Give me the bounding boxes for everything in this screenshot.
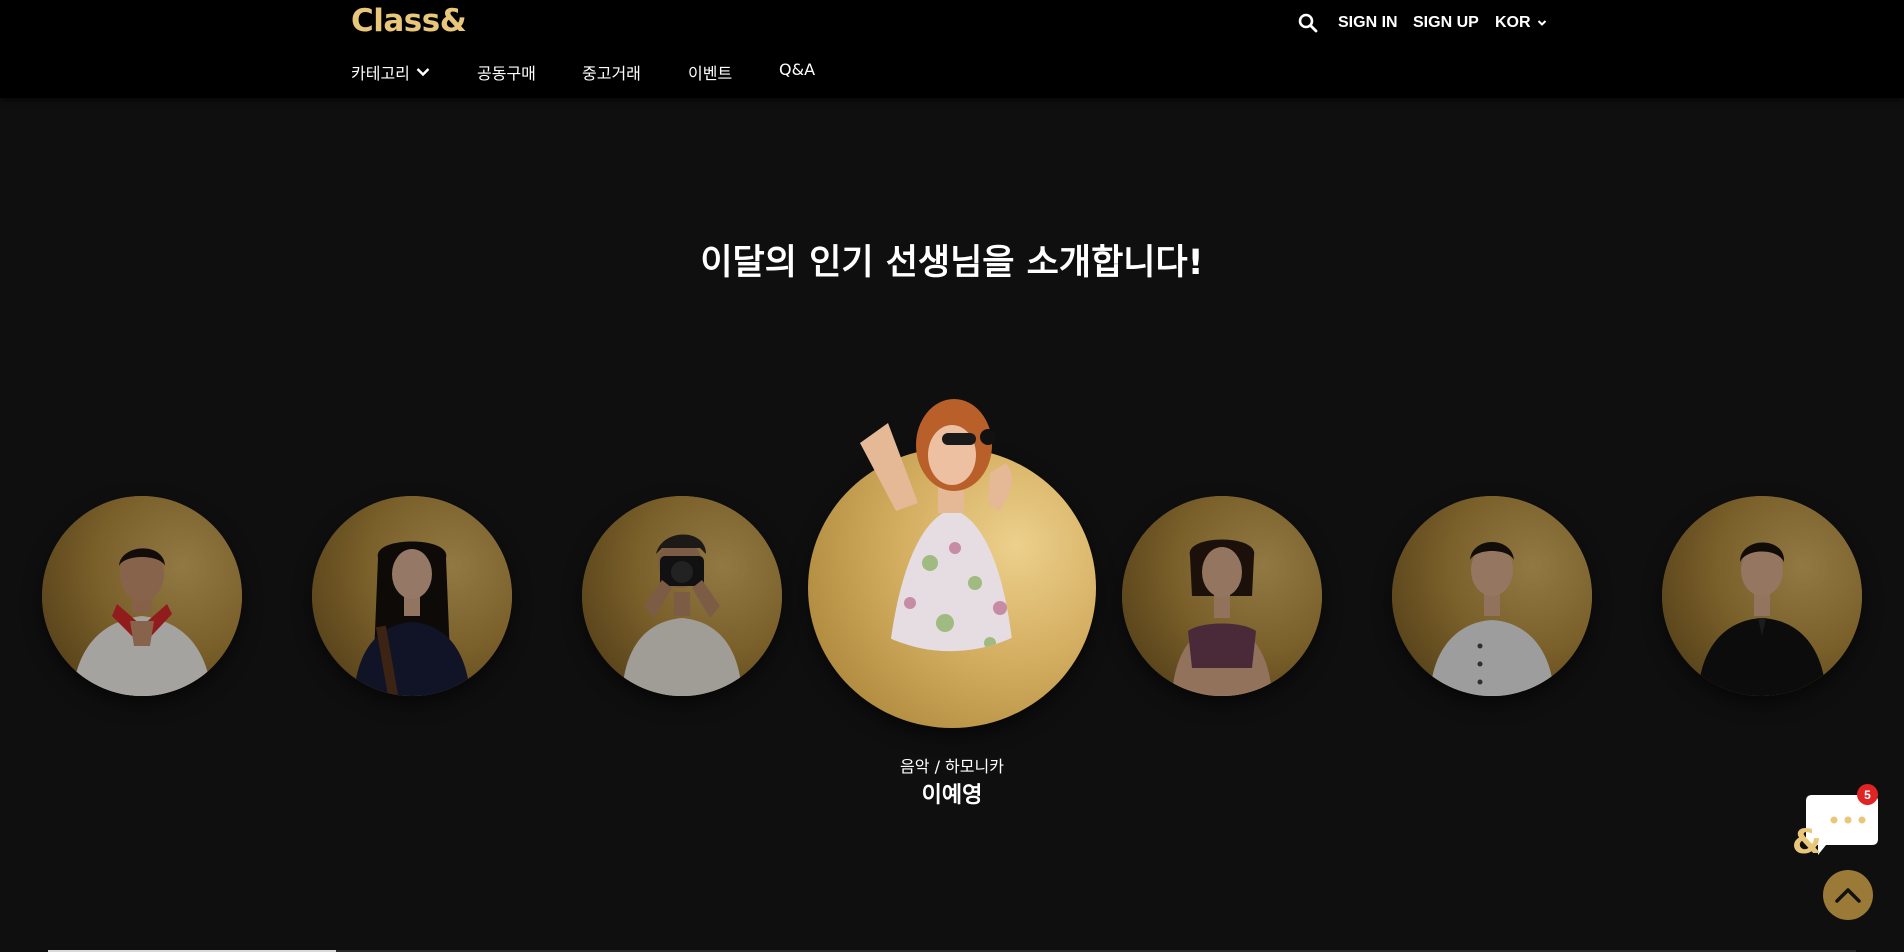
teacher-photo [1172,539,1272,696]
teacher-photo [622,534,742,696]
section-title: 이달의 인기 선생님을 소개합니다! [700,243,1204,283]
nav-item-group-buy[interactable]: 공동구매 [477,60,536,84]
teacher-photo [1698,542,1826,696]
teacher-card-2[interactable] [312,496,512,696]
teacher-card-5[interactable] [1122,496,1322,696]
chevron-up-icon [1835,888,1861,903]
teacher-photo [354,541,470,696]
notification-badge: 5 [1857,784,1878,805]
nav-item-label: 카테고리 [351,64,410,83]
nav-item-used-trade[interactable]: 중고거래 [582,60,641,84]
teacher-photo [72,547,212,696]
teacher-card-3[interactable] [582,496,782,696]
featured-teacher-category: 음악 / 하모니카 [900,757,1004,776]
teacher-card-6[interactable] [1392,496,1592,696]
featured-teacher-name: 이예영 [921,783,983,808]
svg-text:&: & [1792,822,1822,859]
teacher-card-1[interactable] [42,496,242,696]
teacher-card-featured[interactable] [808,448,1096,728]
scroll-to-top-button[interactable] [1823,870,1873,920]
site-header: Class& SIGN IN SIGN UP KOR 카테고리 공동구매 중고거… [0,0,1904,98]
site-logo[interactable]: Class& [351,3,467,39]
language-select[interactable]: KOR [1495,12,1547,34]
language-label: KOR [1495,14,1531,31]
nav-item-event[interactable]: 이벤트 [688,60,732,84]
nav-item-qna[interactable]: Q&A [779,60,815,79]
chevron-down-icon [416,68,430,77]
sign-in-link[interactable]: SIGN IN [1338,12,1398,34]
nav-item-category[interactable]: 카테고리 [351,60,430,84]
sign-up-link[interactable]: SIGN UP [1413,12,1479,34]
search-button[interactable] [1298,12,1320,34]
teacher-photo [1430,542,1554,696]
chevron-down-icon [1537,20,1546,26]
teacher-card-7[interactable] [1662,496,1862,696]
search-icon [1298,13,1318,33]
